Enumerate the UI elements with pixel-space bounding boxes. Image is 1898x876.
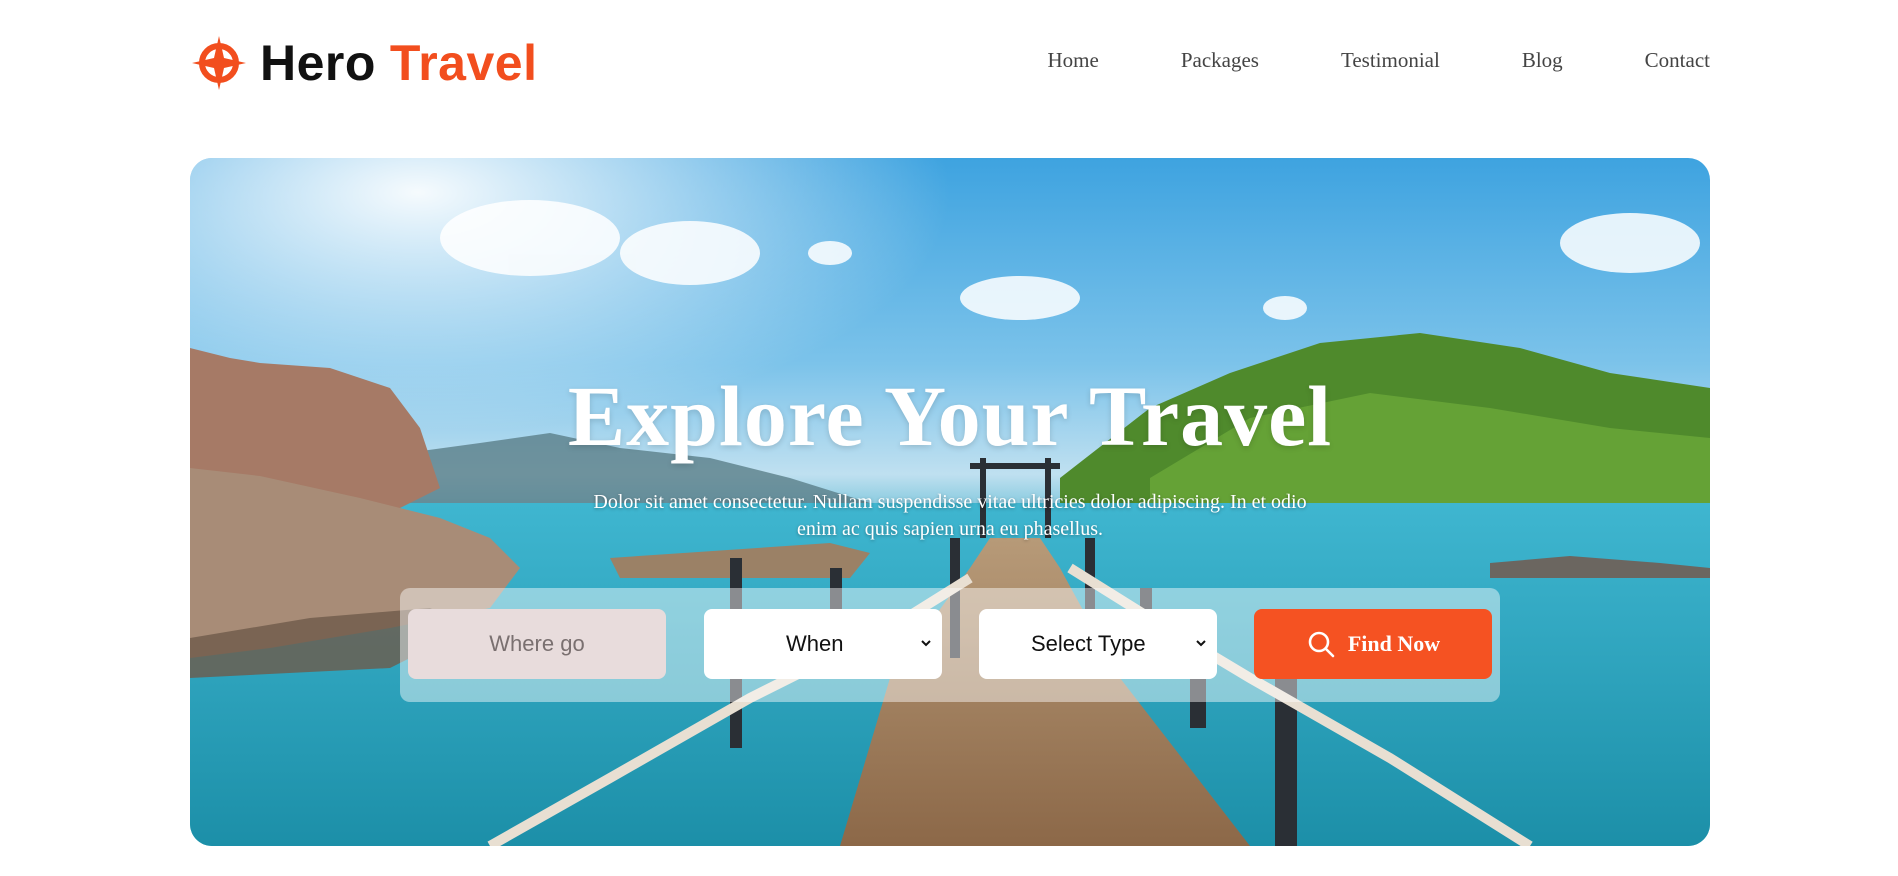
brand-word-travel: Travel [389,35,538,91]
where-go-placeholder: Where go [489,631,585,656]
site-header: Hero Travel Home Packages Testimonial Blo… [190,30,1710,96]
hero-subtitle-line1: Dolor sit amet consectetur. Nullam suspe… [593,491,1307,513]
logo[interactable]: Hero Travel [190,30,537,96]
search-panel: Where go When Select Type Find Now [400,588,1500,702]
nav-contact[interactable]: Contact [1645,48,1710,73]
main-nav: Home Packages Testimonial Blog Contact [1048,48,1711,73]
nav-blog[interactable]: Blog [1522,48,1563,73]
nav-packages[interactable]: Packages [1181,48,1259,73]
where-go-input[interactable]: Where go [408,609,666,679]
brand-word-hero: Hero [260,35,376,91]
search-icon [1308,631,1335,658]
hero-subtitle-line2: enim ac quis sapien urna eu phasellus. [796,518,1104,540]
brand-name: Hero Travel [260,38,537,88]
when-select[interactable]: When [704,609,942,679]
hero-banner: Explore Your Travel Dolor sit amet conse… [190,158,1710,846]
chevron-down-icon [921,640,931,647]
chevron-down-icon [1196,640,1206,647]
hero-title: Explore Your Travel [567,367,1333,464]
find-now-button[interactable]: Find Now [1254,609,1492,679]
nav-home[interactable]: Home [1048,48,1099,73]
type-select-value: Select Type [1031,631,1146,656]
hero-subtitle: Dolor sit amet consectetur. Nullam suspe… [550,489,1350,543]
nav-testimonial[interactable]: Testimonial [1341,48,1440,73]
find-now-label: Find Now [1347,631,1441,656]
type-select[interactable]: Select Type [979,609,1217,679]
when-select-value: When [786,631,844,656]
compass-icon [192,36,246,90]
